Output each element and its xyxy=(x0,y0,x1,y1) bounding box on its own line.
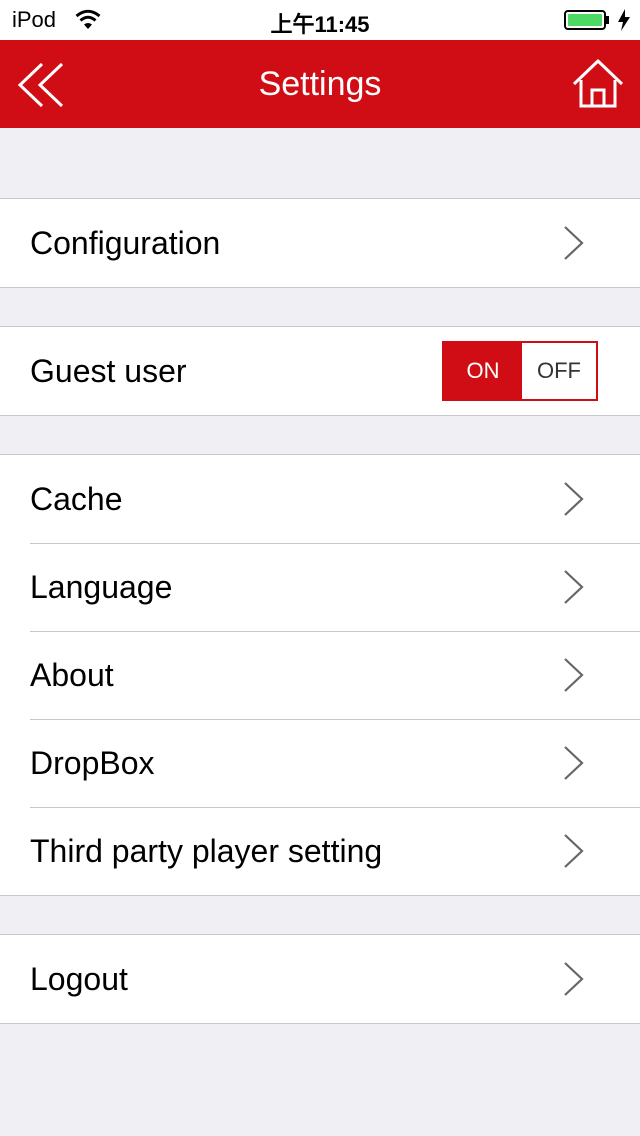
chevron-right-icon xyxy=(564,482,584,516)
row-label: Guest user xyxy=(30,353,187,389)
chevron-right-icon xyxy=(564,226,584,260)
toggle-off-label[interactable]: OFF xyxy=(522,343,596,399)
chevron-right-icon xyxy=(564,962,584,996)
status-bar: iPod 上午11:45 xyxy=(0,0,640,40)
row-label: Language xyxy=(30,569,173,605)
row-label: About xyxy=(30,657,114,693)
home-icon[interactable] xyxy=(570,56,626,112)
status-time: 上午11:45 xyxy=(270,12,370,37)
row-label: Configuration xyxy=(30,225,221,261)
list-item-dropbox[interactable]: DropBox xyxy=(0,719,640,807)
settings-group-general: Cache Language About DropBox Third party… xyxy=(0,454,640,896)
chevron-right-icon xyxy=(564,834,584,868)
page-title: Settings xyxy=(258,65,382,103)
list-item-cache[interactable]: Cache xyxy=(0,455,640,543)
chevron-right-icon xyxy=(564,658,584,692)
row-label: Cache xyxy=(30,481,123,517)
guest-user-toggle[interactable]: ON OFF xyxy=(442,341,598,401)
list-item-configuration[interactable]: Configuration xyxy=(0,199,640,287)
list-item-about[interactable]: About xyxy=(0,631,640,719)
list-item-logout[interactable]: Logout xyxy=(0,935,640,1023)
charging-icon xyxy=(618,9,630,31)
settings-group-guest: Guest user ON OFF xyxy=(0,326,640,416)
chevron-right-icon xyxy=(564,746,584,780)
row-label: Third party player setting xyxy=(30,833,383,869)
list-item-guest-user: Guest user ON OFF xyxy=(0,327,640,415)
list-item-language[interactable]: Language xyxy=(0,543,640,631)
chevron-right-icon xyxy=(564,570,584,604)
list-item-third-party-player[interactable]: Third party player setting xyxy=(0,807,640,895)
row-label: DropBox xyxy=(30,745,155,781)
battery-icon xyxy=(564,10,609,30)
nav-bar: Settings xyxy=(0,40,640,128)
settings-group-logout: Logout xyxy=(0,934,640,1024)
row-label: Logout xyxy=(30,961,128,997)
settings-group-configuration: Configuration xyxy=(0,198,640,288)
toggle-on-label[interactable]: ON xyxy=(444,343,522,399)
